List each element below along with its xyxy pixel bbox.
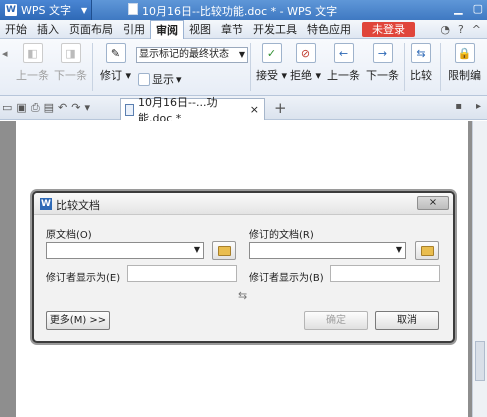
review-ribbon: ◂ ◧ 上一条 ◨ 下一条 ✎ 修订 ▾ 显示标记的最终状态 ▼ 显示 ▾ ✓ … bbox=[0, 39, 487, 96]
vertical-scrollbar[interactable] bbox=[472, 121, 487, 417]
minimize-icon[interactable]: ▁ bbox=[454, 2, 462, 15]
revise-button[interactable]: ✎ 修订 ▾ bbox=[100, 43, 131, 83]
revised-document-select[interactable]: ▼ bbox=[249, 242, 406, 259]
redo-icon[interactable]: ↷ bbox=[71, 101, 80, 115]
chevron-down-icon: ▼ bbox=[81, 5, 88, 15]
tab-bar-right-icons: ▪ ▸ bbox=[455, 101, 481, 112]
revise-icon: ✎ bbox=[105, 43, 126, 63]
chevron-right-icon[interactable]: ▸ bbox=[476, 101, 481, 112]
chevron-down-icon: ▼ bbox=[193, 245, 200, 254]
markup-state-select[interactable]: 显示标记的最终状态 ▼ bbox=[136, 47, 248, 63]
add-tab-icon[interactable]: + bbox=[274, 99, 287, 117]
display-button[interactable]: 显示 ▾ bbox=[138, 71, 182, 87]
prev-comment-icon: ◧ bbox=[22, 43, 43, 63]
help-icon[interactable]: ? bbox=[458, 23, 464, 36]
prev-change-icon: ← bbox=[333, 43, 354, 63]
reject-button[interactable]: ⊘ 拒绝 ▾ bbox=[290, 43, 321, 83]
compare-icon: ⇆ bbox=[411, 43, 431, 63]
print-preview-icon[interactable]: ▤ bbox=[44, 101, 54, 115]
document-icon bbox=[128, 3, 138, 15]
revised-reviser-label: 修订者显示为(B) bbox=[249, 273, 324, 284]
collapse-icon[interactable]: ^ bbox=[472, 23, 481, 36]
ribbon-separator bbox=[404, 43, 405, 91]
document-tab[interactable]: 10月16日--...功能.doc * × bbox=[120, 96, 265, 125]
display-icon bbox=[138, 72, 150, 86]
accept-icon: ✓ bbox=[261, 43, 282, 63]
menu-item-view[interactable]: 视图 bbox=[184, 20, 216, 39]
next-comment-button[interactable]: ◨ 下一条 bbox=[54, 43, 87, 83]
original-reviser-label: 修订者显示为(E) bbox=[46, 273, 121, 284]
menu-item-home[interactable]: 开始 bbox=[0, 20, 32, 39]
next-comment-icon: ◨ bbox=[60, 43, 81, 63]
folder-icon bbox=[421, 246, 434, 256]
menu-item-page-layout[interactable]: 页面布局 bbox=[64, 20, 118, 39]
prev-comment-button[interactable]: ◧ 上一条 bbox=[16, 43, 49, 83]
original-document-select[interactable]: ▼ bbox=[46, 242, 204, 259]
wps-logo-icon: W bbox=[5, 4, 17, 16]
next-change-button[interactable]: → 下一条 bbox=[366, 43, 399, 83]
dialog-title: 比较文档 bbox=[56, 199, 100, 212]
layout-icon[interactable]: ▪ bbox=[455, 101, 462, 112]
document-tab-bar: ▭ ▣ ⎙ ▤ ↶ ↷ ▾ 10月16日--...功能.doc * × + ▪ … bbox=[0, 96, 487, 125]
app-menu-button[interactable]: W WPS 文字 ▼ bbox=[0, 0, 92, 20]
window-controls: ▁ ▢ bbox=[454, 2, 483, 15]
reject-icon: ⊘ bbox=[295, 43, 316, 63]
compare-button[interactable]: ⇆ 比较 bbox=[410, 43, 432, 83]
save-icon[interactable]: ▣ bbox=[16, 101, 26, 115]
ribbon-separator bbox=[92, 43, 93, 91]
wps-logo-icon: W bbox=[40, 198, 52, 210]
restrict-editing-button[interactable]: 🔒 限制编 bbox=[448, 43, 481, 83]
chevron-down-icon: ▼ bbox=[238, 50, 245, 59]
ribbon-scroll-left-icon[interactable]: ◂ bbox=[2, 47, 8, 60]
folder-icon bbox=[218, 246, 231, 256]
revised-document-label: 修订的文档(R) bbox=[249, 230, 314, 241]
ok-button[interactable]: 确定 bbox=[304, 311, 368, 330]
lock-icon: 🔒 bbox=[454, 43, 475, 63]
menu-item-review[interactable]: 审阅 bbox=[150, 19, 184, 39]
close-icon[interactable]: × bbox=[417, 196, 449, 210]
document-icon bbox=[125, 103, 135, 116]
menu-icons: ◔ ? ^ bbox=[440, 23, 487, 36]
more-button[interactable]: 更多(M) >> bbox=[46, 311, 110, 330]
compare-documents-dialog: W 比较文档 × 原文档(O) ▼ 修订的文档(R) ▼ 修订者显示为(E) 修… bbox=[32, 191, 455, 343]
chevron-down-icon[interactable]: ▾ bbox=[84, 101, 90, 115]
dialog-title-bar: W 比较文档 × bbox=[34, 193, 453, 215]
ribbon-separator bbox=[250, 43, 251, 91]
swap-icon[interactable]: ⇆ bbox=[238, 289, 247, 302]
open-folder-icon[interactable]: ▭ bbox=[2, 101, 12, 115]
browse-revised-button[interactable] bbox=[415, 241, 439, 260]
original-document-label: 原文档(O) bbox=[46, 230, 92, 241]
scrollbar-thumb[interactable] bbox=[475, 341, 485, 381]
cancel-button[interactable]: 取消 bbox=[375, 311, 439, 330]
window-title: 10月16日--比较功能.doc * - WPS 文字 bbox=[128, 3, 337, 19]
prev-change-button[interactable]: ← 上一条 bbox=[327, 43, 360, 83]
next-change-icon: → bbox=[372, 43, 393, 63]
menu-item-sections[interactable]: 章节 bbox=[216, 20, 248, 39]
print-icon[interactable]: ⎙ bbox=[31, 101, 40, 115]
skin-icon[interactable]: ◔ bbox=[440, 23, 450, 36]
ribbon-separator bbox=[440, 43, 441, 91]
app-name: WPS 文字 bbox=[21, 4, 71, 17]
menu-item-insert[interactable]: 插入 bbox=[32, 20, 64, 39]
menu-bar: 开始 插入 页面布局 引用 审阅 视图 章节 开发工具 特色应用 未登录 ◔ ?… bbox=[0, 19, 487, 39]
revised-reviser-input[interactable] bbox=[330, 265, 440, 282]
menu-item-developer[interactable]: 开发工具 bbox=[248, 20, 302, 39]
close-tab-icon[interactable]: × bbox=[250, 103, 259, 116]
quick-access-toolbar: ▭ ▣ ⎙ ▤ ↶ ↷ ▾ bbox=[2, 101, 90, 115]
menu-item-references[interactable]: 引用 bbox=[118, 20, 150, 39]
title-bar: W WPS 文字 ▼ 10月16日--比较功能.doc * - WPS 文字 ▁… bbox=[0, 0, 487, 20]
menu-item-featured[interactable]: 特色应用 bbox=[302, 20, 356, 39]
chevron-down-icon: ▼ bbox=[395, 245, 402, 254]
login-button[interactable]: 未登录 bbox=[362, 21, 415, 37]
maximize-icon[interactable]: ▢ bbox=[473, 2, 483, 15]
original-reviser-input[interactable] bbox=[127, 265, 237, 282]
accept-button[interactable]: ✓ 接受 ▾ bbox=[256, 43, 287, 83]
undo-icon[interactable]: ↶ bbox=[58, 101, 67, 115]
browse-original-button[interactable] bbox=[212, 241, 236, 260]
